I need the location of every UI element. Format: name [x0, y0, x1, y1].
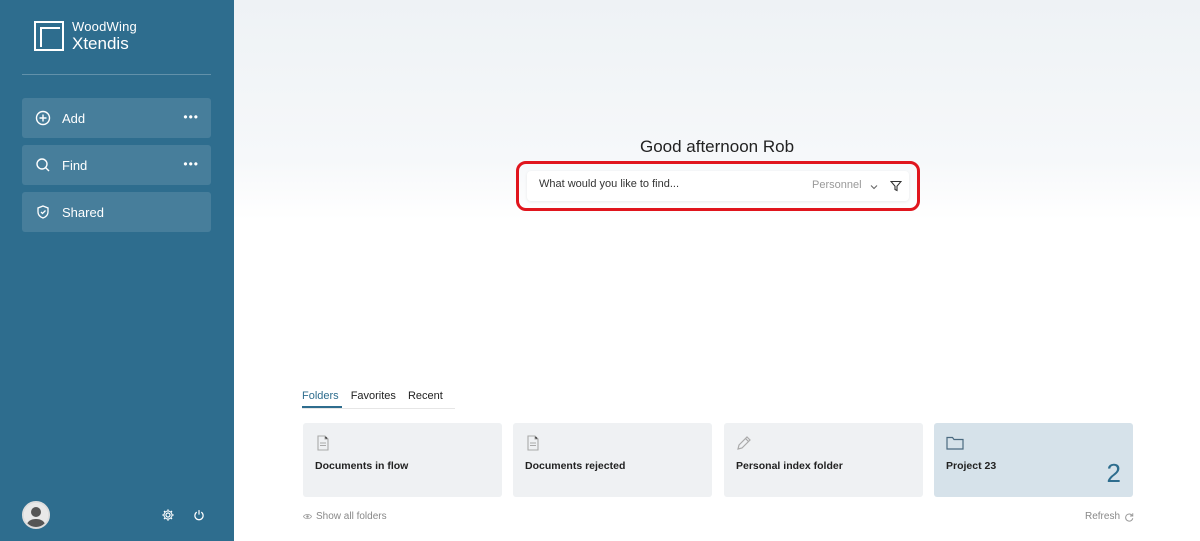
folder-card-personal-index[interactable]: Personal index folder	[724, 423, 923, 497]
shield-icon	[35, 204, 51, 220]
power-icon[interactable]	[192, 508, 206, 522]
greeting-title: Good afternoon Rob	[639, 137, 795, 156]
main-content: Good afternoon Rob Personnel Folders Fav…	[234, 0, 1200, 541]
folder-card-project-23[interactable]: Project 23 2	[934, 423, 1133, 497]
app-logo[interactable]: WoodWing Xtendis	[34, 20, 137, 52]
folder-card-documents-in-flow[interactable]: Documents in flow	[303, 423, 502, 497]
folder-card-title: Project 23	[946, 460, 997, 472]
tab-folders[interactable]: Folders	[302, 390, 342, 408]
eye-icon	[303, 512, 312, 521]
logo-brand: WoodWing	[72, 19, 137, 34]
logo-text: WoodWing Xtendis	[72, 20, 137, 52]
sidebar: WoodWing Xtendis Add ••• Find ••• Shared	[0, 0, 234, 541]
search-bar: Personnel	[527, 171, 909, 201]
folder-icon	[946, 435, 964, 451]
logo-product: Xtendis	[72, 34, 129, 53]
tab-favorites[interactable]: Favorites	[351, 390, 399, 408]
folder-card-title: Personal index folder	[736, 460, 843, 472]
sidebar-item-shared[interactable]: Shared	[22, 192, 211, 232]
more-options-icon[interactable]: •••	[183, 157, 199, 171]
sidebar-divider	[22, 74, 211, 75]
search-scope-select[interactable]: Personnel	[812, 179, 862, 191]
gear-icon[interactable]	[161, 508, 175, 522]
sidebar-item-label: Add	[62, 110, 86, 126]
logo-mark-icon	[34, 21, 64, 51]
sidebar-item-find[interactable]: Find •••	[22, 145, 211, 185]
show-all-label: Show all folders	[316, 511, 387, 522]
pencil-icon	[736, 435, 752, 451]
sidebar-item-label: Shared	[62, 204, 104, 220]
chevron-down-icon[interactable]	[869, 179, 879, 190]
folder-card-title: Documents in flow	[315, 460, 409, 472]
sidebar-item-add[interactable]: Add •••	[22, 98, 211, 138]
plus-circle-icon	[35, 110, 51, 126]
refresh-label: Refresh	[1084, 511, 1120, 522]
search-icon	[35, 157, 51, 173]
search-input[interactable]	[539, 178, 779, 190]
show-all-folders-link[interactable]: Show all folders	[303, 511, 387, 522]
tab-recent[interactable]: Recent	[408, 390, 446, 408]
filter-icon[interactable]	[889, 179, 903, 192]
more-options-icon[interactable]: •••	[183, 110, 199, 124]
folder-card-documents-rejected[interactable]: Documents rejected	[513, 423, 712, 497]
user-avatar[interactable]	[22, 501, 50, 529]
refresh-icon	[1124, 512, 1134, 522]
refresh-button[interactable]: Refresh	[1085, 511, 1134, 522]
sidebar-item-label: Find	[62, 157, 88, 173]
folder-tabs: Folders Favorites Recent	[302, 390, 455, 409]
search-highlight-outline: Personnel	[516, 161, 920, 211]
document-icon	[525, 435, 541, 451]
document-icon	[315, 435, 331, 451]
folder-item-count: 2	[1106, 458, 1121, 488]
folder-card-title: Documents rejected	[525, 460, 626, 472]
